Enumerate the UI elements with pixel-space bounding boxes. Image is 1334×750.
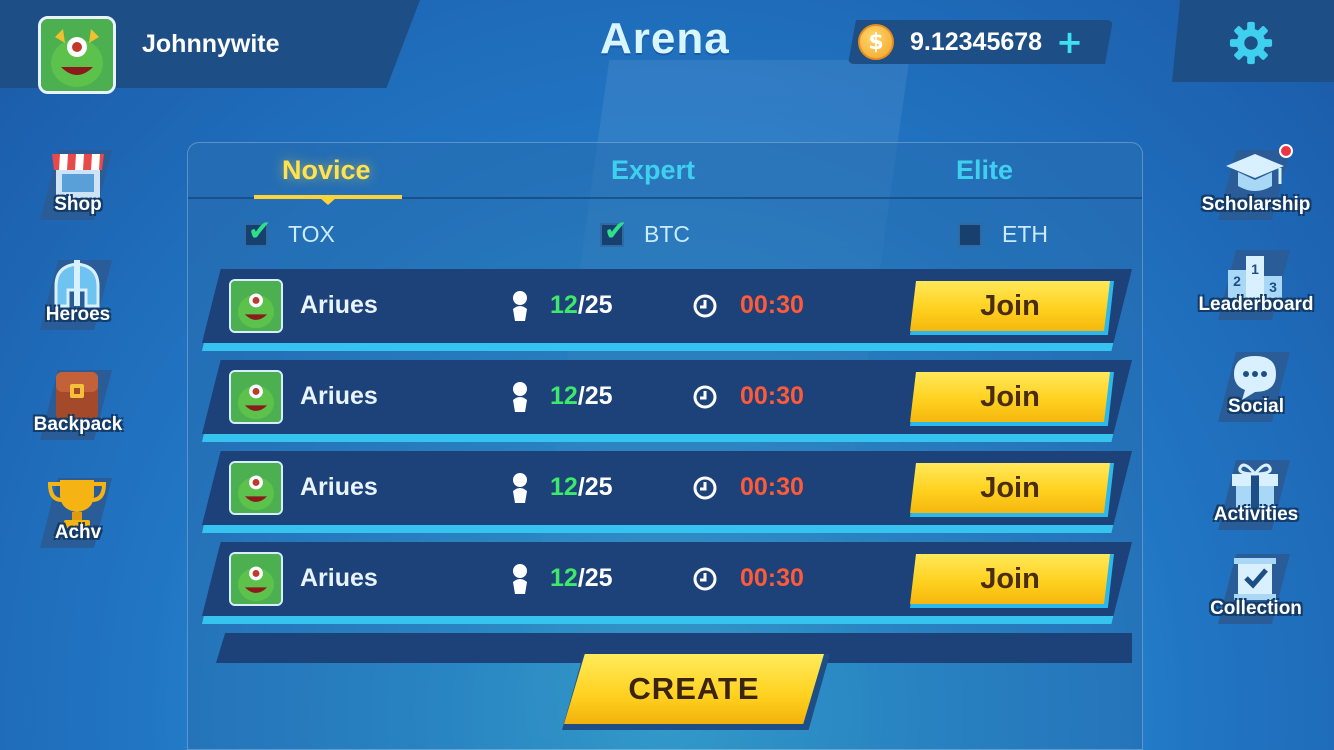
balance-amount: 9.12345678 [910,27,1043,56]
checkbox[interactable]: ✔ [600,216,627,247]
nav-label: Heroes [45,304,111,325]
svg-text:3: 3 [1269,279,1277,295]
tab-elite[interactable]: Elite [956,155,1013,186]
nav-heroes[interactable]: Heroes [28,256,128,346]
nav-label: Activities [1213,504,1299,525]
room-name: Ariues [300,473,378,501]
nav-label: Social [1228,396,1284,417]
filter-tox[interactable]: ✔ TOX [244,216,335,248]
checkbox[interactable]: ✔ [244,216,271,247]
room-row: Ariues 12/25 00:30 Join [202,360,1132,442]
create-button[interactable]: CREATE [562,654,830,730]
nav-label: Backpack [33,414,123,435]
notification-badge [1279,144,1293,158]
join-label: Join [910,463,1110,513]
nav-label: Shop [54,194,102,215]
room-row: Ariues 12/25 00:30 Join [202,542,1132,624]
clock-icon [693,385,717,409]
nav-leaderboard[interactable]: 1 2 3 Leaderboard [1198,246,1314,336]
countdown-timer: 00:30 [740,564,804,592]
filter-label: TOX [288,221,335,247]
nav-label: Leaderboard [1198,294,1314,315]
join-button[interactable]: Join [910,463,1114,517]
player-count: 12/25 [550,564,613,592]
clock-icon [693,294,717,318]
person-icon [513,291,527,321]
player-count: 12/25 [550,291,613,319]
room-avatar [229,279,283,333]
currency-display: $ 9.12345678 + [848,20,1113,64]
clock-icon [693,476,717,500]
filter-eth[interactable]: ETH [958,221,1048,248]
join-button[interactable]: Join [910,281,1114,335]
monster-avatar-icon [41,19,113,91]
countdown-timer: 00:30 [740,291,804,319]
filter-label: BTC [644,221,690,247]
person-icon [513,564,527,594]
nav-collection[interactable]: Collection [1206,550,1306,640]
nav-activities[interactable]: Activities [1206,456,1306,546]
join-label: Join [910,281,1110,331]
checkmark-icon: ✔ [604,213,628,247]
tab-bar: Novice Expert Elite [188,143,1142,205]
coin-icon: $ [858,24,894,60]
nav-label: Achv [54,522,102,543]
player-count: 12/25 [550,382,613,410]
join-label: Join [910,554,1110,604]
checkbox[interactable] [958,222,982,247]
nav-label: Scholarship [1201,194,1311,215]
countdown-timer: 00:30 [740,382,804,410]
add-currency-icon[interactable]: + [1056,26,1083,58]
gear-icon[interactable] [1228,20,1274,66]
player-count: 12/25 [550,473,613,501]
monster-avatar-icon [231,554,281,604]
page-title: Arena [600,14,730,63]
create-label: CREATE [564,654,824,724]
room-avatar [229,552,283,606]
monster-avatar-icon [231,463,281,513]
room-avatar [229,461,283,515]
monster-avatar-icon [231,372,281,422]
room-name: Ariues [300,564,378,592]
room-avatar [229,370,283,424]
nav-achv[interactable]: Achv [28,474,128,564]
join-button[interactable]: Join [910,554,1114,608]
svg-text:2: 2 [1233,273,1241,289]
avatar[interactable] [38,16,116,94]
tab-novice[interactable]: Novice [282,155,371,186]
join-label: Join [910,372,1110,422]
nav-social[interactable]: Social [1206,348,1306,438]
person-icon [513,473,527,503]
checkmark-icon: ✔ [248,213,272,247]
join-button[interactable]: Join [910,372,1114,426]
countdown-timer: 00:30 [740,473,804,501]
room-name: Ariues [300,382,378,410]
username: Johnnywite [142,30,280,58]
nav-label: Collection [1210,598,1302,619]
person-icon [513,382,527,412]
currency-filters: ✔ TOX ✔ BTC ETH [188,215,1142,255]
room-row: Ariues 12/25 00:30 Join [202,269,1132,351]
nav-shop[interactable]: Shop [28,146,128,236]
tab-expert[interactable]: Expert [611,155,695,186]
clock-icon [693,567,717,591]
room-row: Ariues 12/25 00:30 Join [202,451,1132,533]
room-name: Ariues [300,291,378,319]
monster-avatar-icon [231,281,281,331]
filter-label: ETH [1002,221,1048,247]
filter-btc[interactable]: ✔ BTC [600,216,690,248]
nav-scholarship[interactable]: Scholarship [1202,146,1310,236]
svg-text:1: 1 [1251,261,1259,277]
nav-backpack[interactable]: Backpack [28,366,128,456]
active-tab-indicator [254,195,402,205]
